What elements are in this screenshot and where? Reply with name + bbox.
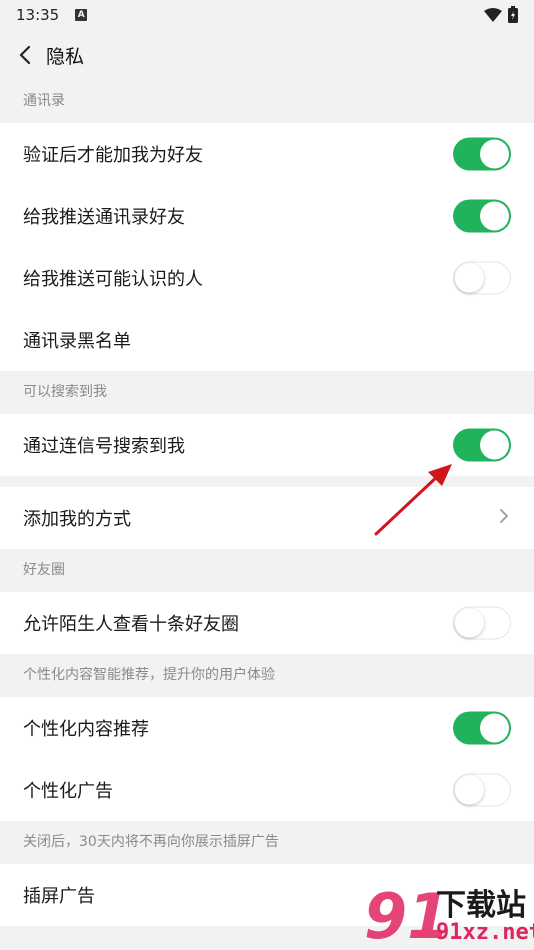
watermark-logo: 91 下载站 91xz.net [362, 876, 534, 950]
row-label: 插屏广告 [23, 886, 95, 907]
toggle-verify-before-add[interactable] [453, 137, 511, 171]
toggle-knob [455, 775, 484, 805]
toggle-knob [480, 713, 509, 743]
row-push-contacts-friends[interactable]: 给我推送通讯录好友 [0, 185, 534, 247]
row-push-people-you-may-know[interactable]: 给我推送可能认识的人 [0, 247, 534, 309]
row-label: 验证后才能加我为好友 [23, 145, 203, 166]
toggle-knob [480, 430, 509, 460]
toggle-push-people-you-may-know[interactable] [453, 261, 511, 295]
row-label: 添加我的方式 [23, 509, 131, 530]
toggle-knob [480, 139, 509, 169]
status-time: 13:35 [16, 6, 60, 24]
row-personalized-content[interactable]: 个性化内容推荐 [0, 697, 534, 759]
back-button[interactable] [18, 44, 40, 66]
group-add-method: 添加我的方式 [0, 487, 534, 549]
row-label: 通讯录黑名单 [23, 331, 131, 352]
toggle-knob [455, 263, 484, 293]
section-label-contacts: 通讯录 [0, 80, 534, 123]
chevron-right-icon [497, 508, 511, 528]
toggle-strangers-view-moments[interactable] [453, 606, 511, 640]
wifi-icon [484, 7, 502, 22]
status-right-icons [484, 6, 518, 23]
chevron-left-icon [19, 45, 31, 65]
toggle-knob [455, 608, 484, 638]
section-label-moments: 好友圈 [0, 549, 534, 592]
section-label-interstitial: 关闭后，30天内将不再向你展示插屏广告 [0, 821, 534, 864]
row-label: 个性化内容推荐 [23, 719, 149, 740]
row-label: 给我推送通讯录好友 [23, 207, 185, 228]
section-label-search: 可以搜索到我 [0, 371, 534, 414]
watermark-url: 91xz.net [436, 920, 534, 945]
watermark-brand: 下载站 [436, 888, 526, 923]
row-strangers-view-moments[interactable]: 允许陌生人查看十条好友圈 [0, 592, 534, 654]
row-verify-before-add[interactable]: 验证后才能加我为好友 [0, 123, 534, 185]
toggle-personalized-ads[interactable] [453, 773, 511, 807]
toggle-push-contacts-friends[interactable] [453, 199, 511, 233]
row-personalized-ads[interactable]: 个性化广告 [0, 759, 534, 821]
row-label: 通过连信号搜索到我 [23, 436, 185, 457]
row-search-by-id[interactable]: 通过连信号搜索到我 [0, 414, 534, 476]
row-label: 个性化广告 [23, 781, 113, 802]
page-title: 隐私 [46, 45, 85, 68]
group-search: 通过连信号搜索到我 [0, 414, 534, 476]
group-contacts: 验证后才能加我为好友 给我推送通讯录好友 给我推送可能认识的人 通讯录黑名单 [0, 123, 534, 371]
row-contacts-blacklist[interactable]: 通讯录黑名单 [0, 309, 534, 371]
notification-a-icon: A [75, 9, 88, 21]
group-moments: 允许陌生人查看十条好友圈 [0, 592, 534, 654]
group-personalized: 个性化内容推荐 个性化广告 [0, 697, 534, 821]
row-add-method[interactable]: 添加我的方式 [0, 487, 534, 549]
toggle-knob [480, 201, 509, 231]
section-gap [0, 476, 534, 487]
toggle-personalized-content[interactable] [453, 711, 511, 745]
row-label: 给我推送可能认识的人 [23, 269, 203, 290]
row-label: 允许陌生人查看十条好友圈 [23, 614, 239, 635]
toggle-search-by-id[interactable] [453, 428, 511, 462]
section-label-personalized: 个性化内容智能推荐，提升你的用户体验 [0, 654, 534, 697]
battery-icon [508, 6, 518, 23]
status-bar: 13:35 A [0, 0, 534, 30]
page-header: 隐私 [0, 30, 534, 80]
